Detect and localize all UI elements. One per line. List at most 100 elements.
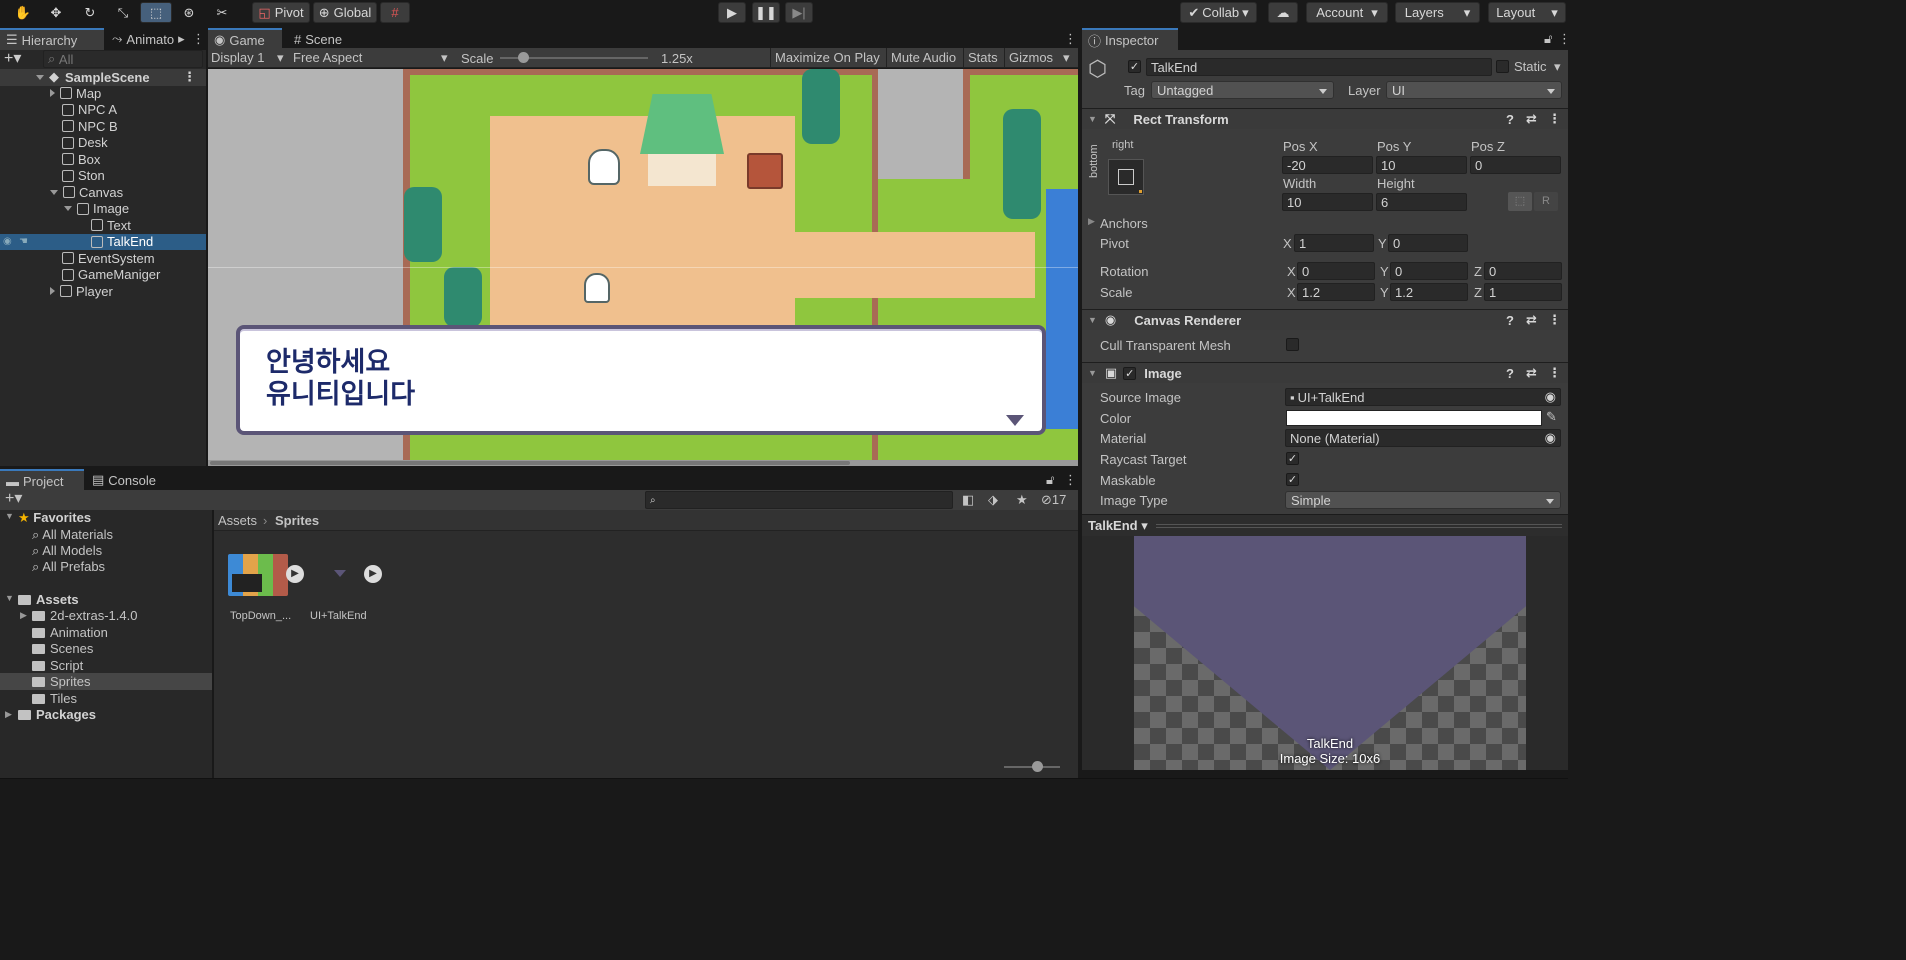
talkend-thumbnail[interactable] [334, 570, 346, 577]
width-field[interactable]: 10 [1282, 193, 1373, 211]
more-menu-icon[interactable]: ⋮ [1548, 365, 1561, 381]
hierarchy-item-desk[interactable]: Desk [0, 135, 206, 152]
rotate-tool-icon[interactable]: ↻ [74, 2, 106, 23]
hierarchy-item-text[interactable]: Text [0, 217, 206, 234]
pick-icon[interactable]: ☚ [19, 236, 28, 247]
more-menu-icon[interactable]: ⋮ [1548, 111, 1561, 127]
scale-slider-handle[interactable] [518, 52, 529, 63]
scale-y-field[interactable]: 1.2 [1390, 283, 1468, 301]
favorite-item-prefabs[interactable]: ⌕ All Prefabs [32, 559, 105, 575]
mute-audio-toggle[interactable]: Mute Audio [886, 48, 960, 68]
more-menu-icon[interactable]: ⋮ [1058, 469, 1077, 491]
favorite-item-materials[interactable]: ⌕ All Materials [32, 527, 113, 543]
rot-x-field[interactable]: 0 [1297, 262, 1375, 280]
tab-project[interactable]: ▬ Project [0, 469, 84, 491]
scale-tool-icon[interactable]: ⤡ [107, 2, 139, 23]
breadcrumb-assets[interactable]: Assets [218, 513, 257, 528]
add-icon[interactable]: +▾ [5, 491, 22, 507]
folder-tiles[interactable]: Tiles [32, 691, 77, 706]
move-tool-icon[interactable]: ✥ [40, 2, 72, 23]
cull-transparent-mesh-checkbox[interactable] [1286, 338, 1299, 351]
eyedropper-icon[interactable]: ✎ [1546, 409, 1557, 425]
collab-dropdown[interactable]: ✔ Collab ▾ [1180, 2, 1257, 23]
help-icon[interactable]: ? [1506, 112, 1514, 127]
breadcrumb-sprites[interactable]: Sprites [275, 513, 319, 528]
rot-y-field[interactable]: 0 [1390, 262, 1468, 280]
more-menu-icon[interactable]: ⋮ [1548, 312, 1561, 328]
anchor-presets-button[interactable] [1108, 159, 1144, 195]
more-menu-icon[interactable]: ⋮ [186, 28, 205, 50]
hierarchy-item-gamemaniger[interactable]: GameManiger [0, 267, 206, 284]
global-toggle[interactable]: ⊕ Global [313, 2, 377, 23]
folder-script[interactable]: Script [32, 658, 83, 673]
hierarchy-item-npc-b[interactable]: NPC B [0, 118, 206, 135]
gizmos-toggle[interactable]: Gizmos [1004, 48, 1057, 68]
pivot-y-field[interactable]: 0 [1388, 234, 1468, 252]
color-swatch[interactable] [1286, 410, 1542, 426]
help-icon[interactable]: ? [1506, 313, 1514, 328]
preset-icon[interactable]: ⇄ [1526, 365, 1537, 381]
raycast-target-checkbox[interactable]: ✓ [1286, 452, 1299, 465]
viewport-scrollbar[interactable] [208, 460, 1078, 466]
step-button[interactable]: ▶| [785, 2, 813, 23]
image-component-header[interactable]: ▼ ▣ ✓ Image ? ⇄ ⋮ [1082, 362, 1568, 383]
tileset-thumbnail[interactable] [228, 554, 288, 596]
play-circle-icon[interactable]: ▶ [286, 565, 304, 583]
preset-icon[interactable]: ⇄ [1526, 111, 1537, 127]
filter-type-icon[interactable]: ◧ [962, 492, 974, 508]
folder-sprites[interactable]: Sprites [32, 674, 90, 689]
chevron-right-icon[interactable]: ▶ [1088, 216, 1095, 227]
account-dropdown[interactable]: Account ▾ [1306, 2, 1388, 23]
tab-scene[interactable]: # Scene [288, 28, 358, 50]
chevron-down-icon[interactable]: ▾ [1554, 59, 1561, 75]
lock-icon[interactable]: 🔓︎ [1538, 28, 1552, 50]
hierarchy-item-eventsystem[interactable]: EventSystem [0, 250, 206, 267]
help-icon[interactable]: ? [1506, 366, 1514, 381]
tab-hierarchy[interactable]: ☰ Hierarchy [0, 28, 104, 50]
folder-scenes[interactable]: Scenes [32, 641, 93, 656]
anchors-foldout[interactable]: Anchors [1100, 216, 1148, 231]
project-search-input[interactable]: ⌕ [645, 491, 953, 509]
stats-toggle[interactable]: Stats [963, 48, 1002, 68]
more-menu-icon[interactable]: ⋮ [1058, 28, 1077, 50]
source-image-field[interactable]: ▪ UI+TalkEnd ◉ [1285, 388, 1561, 406]
rot-z-field[interactable]: 0 [1484, 262, 1562, 280]
active-checkbox[interactable]: ✓ [1128, 60, 1141, 73]
scale-x-field[interactable]: 1.2 [1297, 283, 1375, 301]
scale-slider[interactable] [500, 52, 648, 63]
thumbnail-size-slider[interactable] [1004, 761, 1060, 772]
add-icon[interactable]: +▾ [4, 51, 32, 68]
height-field[interactable]: 6 [1376, 193, 1467, 211]
maximize-on-play-toggle[interactable]: Maximize On Play [770, 48, 884, 68]
hierarchy-item-map[interactable]: Map [0, 85, 206, 102]
image-enabled-checkbox[interactable]: ✓ [1123, 366, 1137, 380]
grid-snap-icon[interactable]: # [380, 2, 410, 23]
favorite-item-models[interactable]: ⌕ All Models [32, 543, 102, 559]
custom-tool-icon[interactable]: ✂ [206, 2, 238, 23]
preset-icon[interactable]: ⇄ [1526, 312, 1537, 328]
cloud-icon[interactable]: ☁ [1268, 2, 1298, 23]
canvas-renderer-header[interactable]: ▼ ◉ Canvas Renderer ? ⇄ ⋮ [1082, 309, 1568, 330]
favorites-item[interactable]: ★ Favorites [18, 510, 91, 526]
hidden-packages-toggle[interactable]: ⊘17 [1041, 492, 1066, 508]
splitter[interactable] [1080, 28, 1082, 778]
blueprint-mode-icon[interactable]: ⬚ [1508, 192, 1532, 211]
display-dropdown[interactable]: Display 1 ▾ [211, 50, 289, 65]
tag-dropdown[interactable]: Untagged [1151, 81, 1334, 99]
chevron-down-icon[interactable]: ▾ [1063, 50, 1070, 66]
play-circle-icon[interactable]: ▶ [364, 565, 382, 583]
preview-drag-handle[interactable] [1156, 524, 1562, 528]
pos-y-field[interactable]: 10 [1376, 156, 1467, 174]
hierarchy-item-npc-a[interactable]: NPC A [0, 102, 206, 119]
hierarchy-search-input[interactable]: ⌕ All [43, 50, 203, 68]
material-field[interactable]: None (Material) ◉ [1285, 429, 1561, 447]
object-picker-icon[interactable]: ◉ [1545, 389, 1556, 405]
label-icon[interactable]: ⬗ [988, 492, 998, 508]
tab-game[interactable]: ◉ Game [208, 28, 282, 50]
scale-z-field[interactable]: 1 [1484, 283, 1562, 301]
rect-transform-header[interactable]: ▼ ⤧ Rect Transform ? ⇄ ⋮ [1082, 108, 1568, 129]
folder-animation[interactable]: Animation [32, 625, 108, 640]
lock-icon[interactable]: 🔓︎ [1040, 469, 1056, 491]
layers-dropdown[interactable]: Layers ▾ [1395, 2, 1480, 23]
pos-z-field[interactable]: 0 [1470, 156, 1561, 174]
